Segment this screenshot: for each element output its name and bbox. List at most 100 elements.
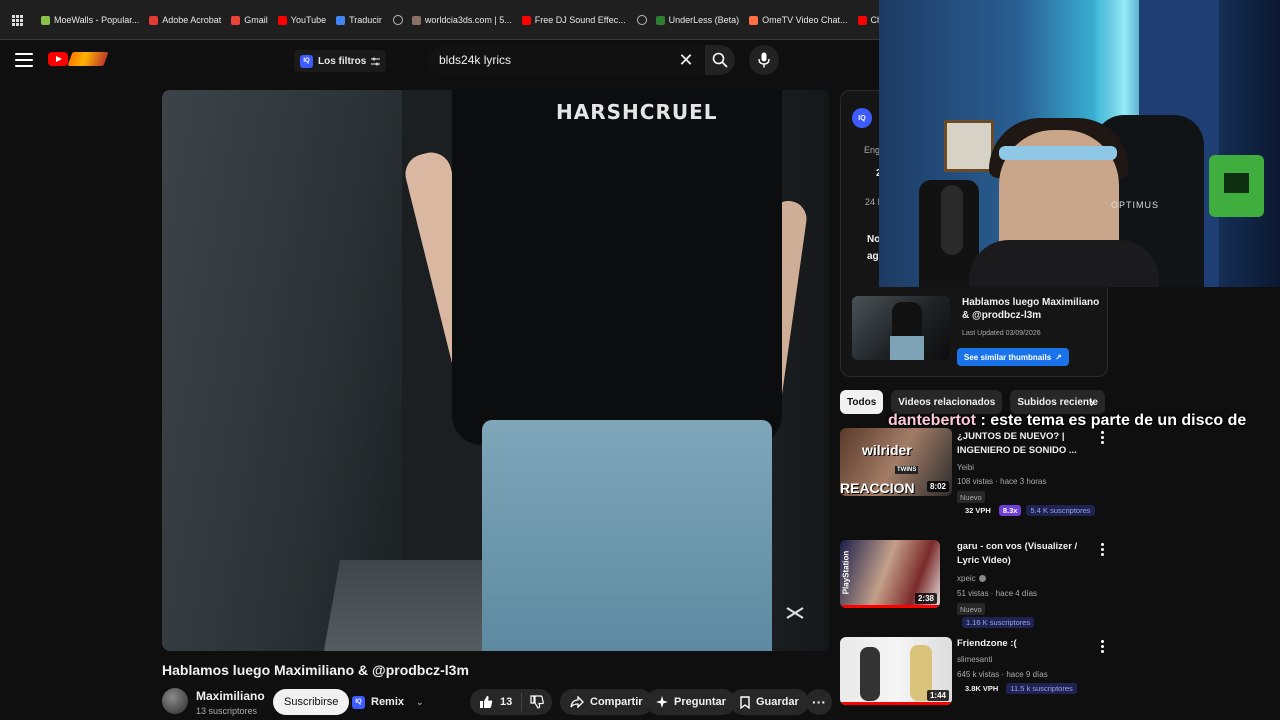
chip-todos[interactable]: Todos <box>840 390 884 414</box>
search-input[interactable]: blds24k lyrics <box>428 45 704 75</box>
doodle-logo-icon <box>67 52 109 66</box>
capcut-watermark-icon <box>784 602 806 624</box>
iq-icon: IQ <box>300 54 313 68</box>
like-button[interactable]: 13 <box>470 693 522 711</box>
filters-button[interactable]: IQ Los filtros <box>294 50 387 72</box>
see-similar-thumbnails-button[interactable]: See similar thumbnails ↗ <box>957 348 1069 366</box>
verified-icon <box>978 575 986 582</box>
chair-brand-text: OPTIMUS <box>1111 200 1160 210</box>
chevron-right-icon[interactable]: › <box>1084 394 1100 410</box>
vph-value: 32 VPH <box>965 506 991 515</box>
recommendation-channel: xpeic <box>957 574 986 583</box>
bookmark-youtube[interactable]: YouTube <box>273 9 331 31</box>
acrobat-favicon-icon <box>149 15 159 25</box>
recommendation-meta: 108 vistas · hace 3 horas <box>957 477 1047 486</box>
video-title: Hablamos luego Maximiliano & @prodbcz-l3… <box>162 662 469 678</box>
channel-avatar[interactable] <box>162 688 188 714</box>
bookmark-worldcia3ds[interactable]: worldcia3ds.com | 5... <box>407 9 517 31</box>
voice-search-button[interactable] <box>749 45 779 75</box>
bookmark-moewalls[interactable]: MoeWalls - Popular... <box>36 9 144 31</box>
watch-progress-bar <box>840 702 952 705</box>
recommendation-meta: 645 k vistas · hace 9 días <box>957 670 1048 679</box>
thumbnail-text: TWINS <box>895 466 919 474</box>
search-button[interactable] <box>705 45 735 75</box>
dislike-button[interactable] <box>522 695 552 709</box>
microphone <box>941 185 963 255</box>
moewalls-favicon-icon <box>41 15 50 25</box>
iq-icon[interactable]: IQ <box>852 108 872 128</box>
save-button[interactable]: Guardar <box>730 689 809 715</box>
bookmark-gmail[interactable]: Gmail <box>226 9 273 31</box>
remix-button[interactable]: IQ Remix ⌄ <box>352 690 424 714</box>
channel-name[interactable]: Maximiliano <box>196 689 265 703</box>
like-dislike-group: 13 <box>470 689 552 715</box>
bookmark-free-dj[interactable]: Free DJ Sound Effec... <box>517 9 631 31</box>
ometv-favicon-icon <box>749 15 759 25</box>
recommendation-title: ¿JUNTOS DE NUEVO? | INGENIERO DE SONIDO … <box>957 431 1077 456</box>
worldcia-favicon-icon <box>411 15 421 25</box>
video-owner-row: Maximiliano 13 suscriptores Suscribirse … <box>162 686 832 720</box>
iq-icon: IQ <box>352 695 365 709</box>
extension-thumbnail[interactable] <box>852 296 950 360</box>
hamburger-menu-icon[interactable] <box>15 53 33 67</box>
new-badge: Nuevo <box>957 603 985 615</box>
more-options-icon[interactable] <box>1098 542 1106 557</box>
ask-button[interactable]: Preguntar <box>646 689 736 715</box>
chevron-down-icon: ⌄ <box>416 696 424 707</box>
gmail-favicon-icon <box>231 15 241 25</box>
extension-text-fragment: ag <box>867 251 879 262</box>
more-options-icon[interactable] <box>1098 430 1106 445</box>
youtube-logo[interactable] <box>48 52 109 66</box>
chat-message-overlay: dantebertot : este tema es parte de un d… <box>888 412 1246 430</box>
bookmark-underless[interactable]: UnderLess (Beta) <box>651 9 745 31</box>
recommendation-item[interactable]: 1:44 Friendzone :( slimesanti 645 k vist… <box>840 637 1110 717</box>
masthead: IQ Los filtros blds24k lyrics ✕ <box>0 40 880 82</box>
vph-value: 3.8K VPH <box>965 684 999 693</box>
thumbs-up-icon <box>480 696 493 708</box>
external-link-icon: ↗ <box>1055 352 1062 362</box>
vph-stats: 32 VPH 8.3x 5.4 K suscriptores <box>962 505 1095 516</box>
extension-text-fragment: 24 I <box>865 197 881 207</box>
headband <box>999 146 1117 160</box>
chip-videos-relacionados[interactable]: Videos relacionados <box>891 390 1003 414</box>
sparkle-icon <box>656 696 668 708</box>
more-options-icon[interactable] <box>1098 639 1106 654</box>
video-player[interactable]: HARSHCRUEL <box>162 90 829 651</box>
watch-progress-bar <box>840 605 940 608</box>
channel-subs-badge: 11.5 k suscriptores <box>1006 683 1077 694</box>
chat-text: : este tema es parte de un disco de <box>976 412 1247 429</box>
creeper-plush <box>1209 155 1264 217</box>
extension-last-updated: Last Updated 03/09/2026 <box>962 330 1041 337</box>
share-button[interactable]: Compartir <box>560 689 653 715</box>
bookmark-traducir[interactable]: Traducir <box>331 9 387 31</box>
subscribe-button[interactable]: Suscribirse <box>273 689 350 715</box>
thumbnail-text: wilrider <box>862 442 912 458</box>
bookmark-adobe-acrobat[interactable]: Adobe Acrobat <box>144 9 226 31</box>
play-logo-icon <box>48 52 68 66</box>
duration-badge: 2:38 <box>914 593 937 604</box>
webcam-overlay: OPTIMUS <box>879 0 1280 287</box>
duration-badge: 1:44 <box>926 690 949 701</box>
video-frame-shirt <box>452 90 782 445</box>
video-thumbnail[interactable]: wilrider TWINS REACCION 8:02 <box>840 428 952 496</box>
recommendation-item[interactable]: PlayStation 2:38 garu - con vos (Visuali… <box>840 540 1110 632</box>
channel-subs-badge: 5.4 K suscriptores <box>1026 505 1095 516</box>
video-thumbnail[interactable]: 1:44 <box>840 637 952 705</box>
apps-grid-icon[interactable] <box>6 9 28 31</box>
chat-username: dantebertot <box>888 412 976 429</box>
more-actions-button[interactable]: ··· <box>806 689 832 715</box>
clear-search-icon[interactable]: ✕ <box>676 50 696 70</box>
translate-favicon-icon <box>336 15 346 25</box>
video-thumbnail[interactable]: PlayStation 2:38 <box>840 540 940 608</box>
recommendation-channel: slimesanti <box>957 655 993 664</box>
youtube-favicon-icon <box>521 15 531 25</box>
bookmark-icon <box>740 695 750 709</box>
bookmark-ometv[interactable]: OmeTV Video Chat... <box>744 9 852 31</box>
vph-stats: 1.16 K suscriptores <box>962 617 1035 628</box>
globe-favicon-icon <box>636 15 647 25</box>
related-chips: Todos Videos relacionados Subidos recien… <box>840 390 1105 414</box>
recommendation-meta: 51 vistas · hace 4 días <box>957 589 1038 598</box>
microphone-icon <box>758 52 770 68</box>
shirt-graphic-text: HARSHCRUEL <box>556 100 718 124</box>
recommendation-item[interactable]: wilrider TWINS REACCION 8:02 ¿JUNTOS DE … <box>840 428 1110 520</box>
